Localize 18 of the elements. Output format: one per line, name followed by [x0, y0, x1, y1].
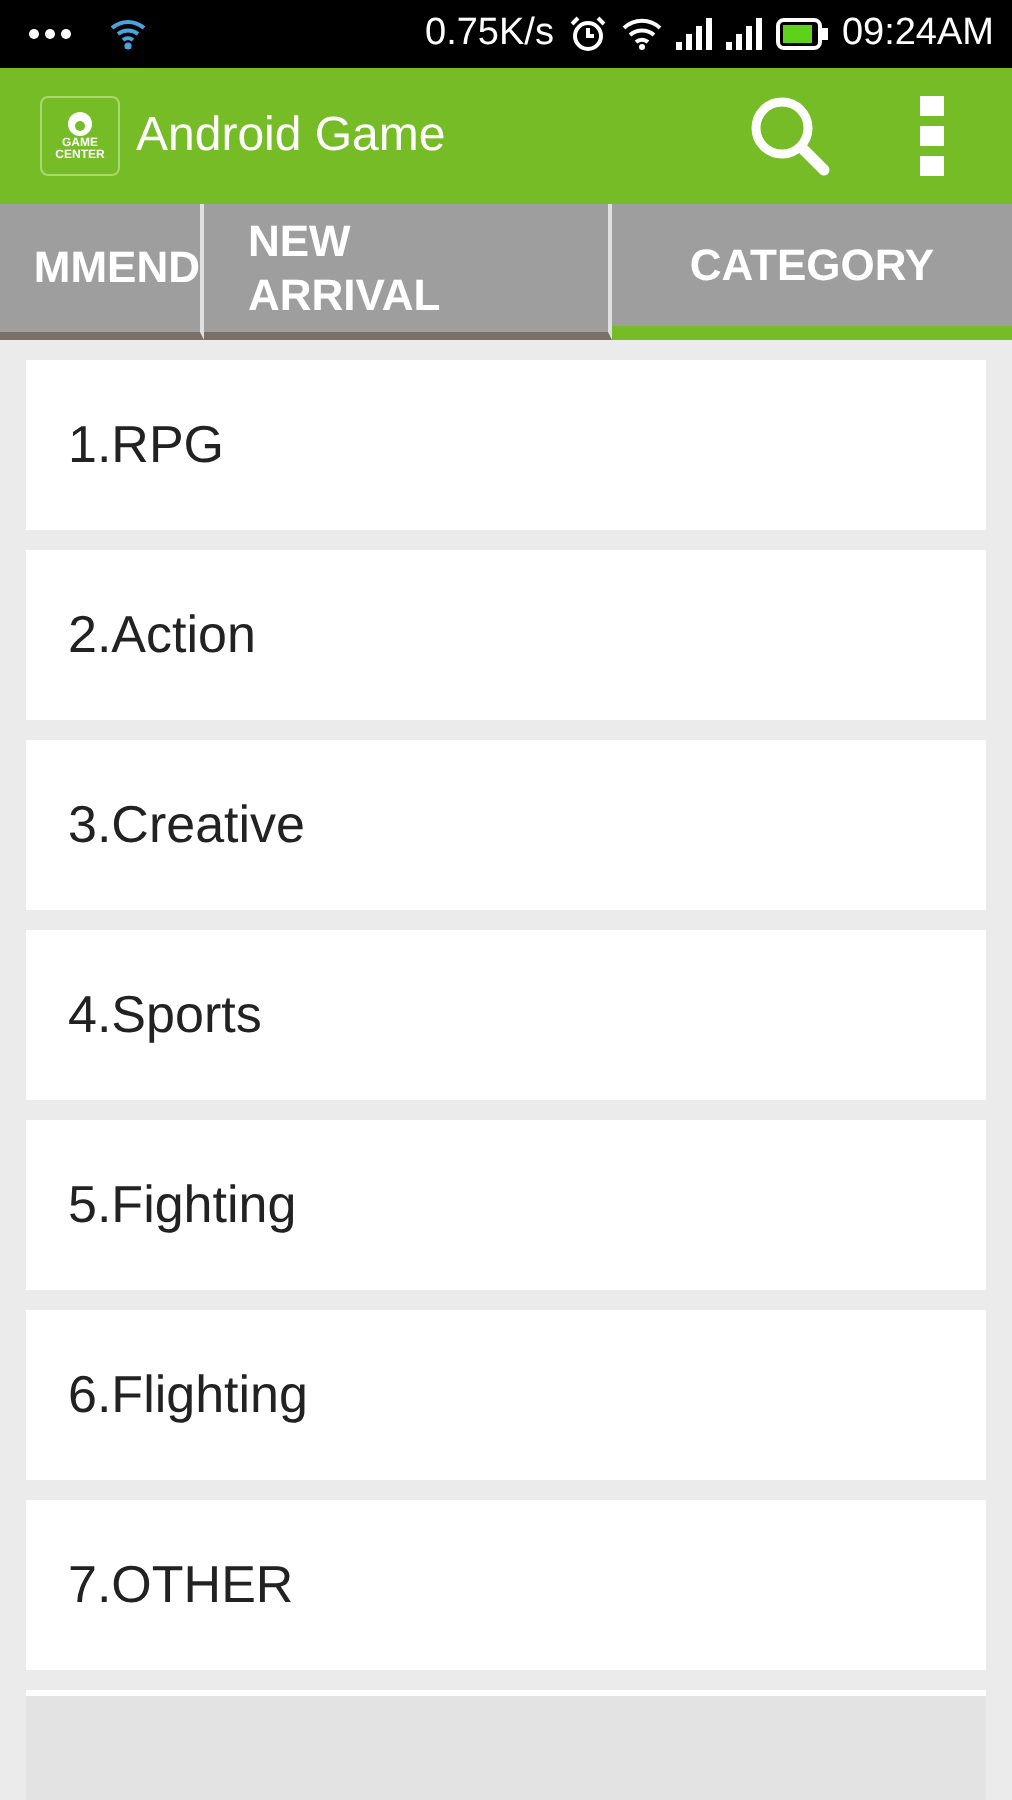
wifi-icon	[110, 18, 146, 50]
wifi-icon	[621, 18, 662, 50]
clock: 09:24AM	[841, 12, 994, 56]
category-item[interactable]: 2.Action	[26, 550, 986, 720]
network-speed: 0.75K/s	[425, 12, 554, 56]
signal-icon	[675, 18, 712, 50]
category-item[interactable]: 4.Sports	[26, 930, 986, 1100]
category-item[interactable]: 6.Flighting	[26, 1310, 986, 1480]
signal-icon	[725, 18, 762, 50]
app-title: Android Game	[136, 108, 446, 164]
category-item[interactable]: 3.Creative	[26, 740, 986, 910]
overflow-menu-icon[interactable]	[920, 96, 944, 176]
category-item[interactable]: 7.OTHER	[26, 1500, 986, 1670]
category-item[interactable]: 5.Fighting	[26, 1120, 986, 1290]
more-icon	[28, 28, 72, 40]
alarm-icon	[567, 16, 608, 52]
battery-icon	[775, 18, 828, 50]
category-item[interactable]: 1.RPG	[26, 360, 986, 530]
